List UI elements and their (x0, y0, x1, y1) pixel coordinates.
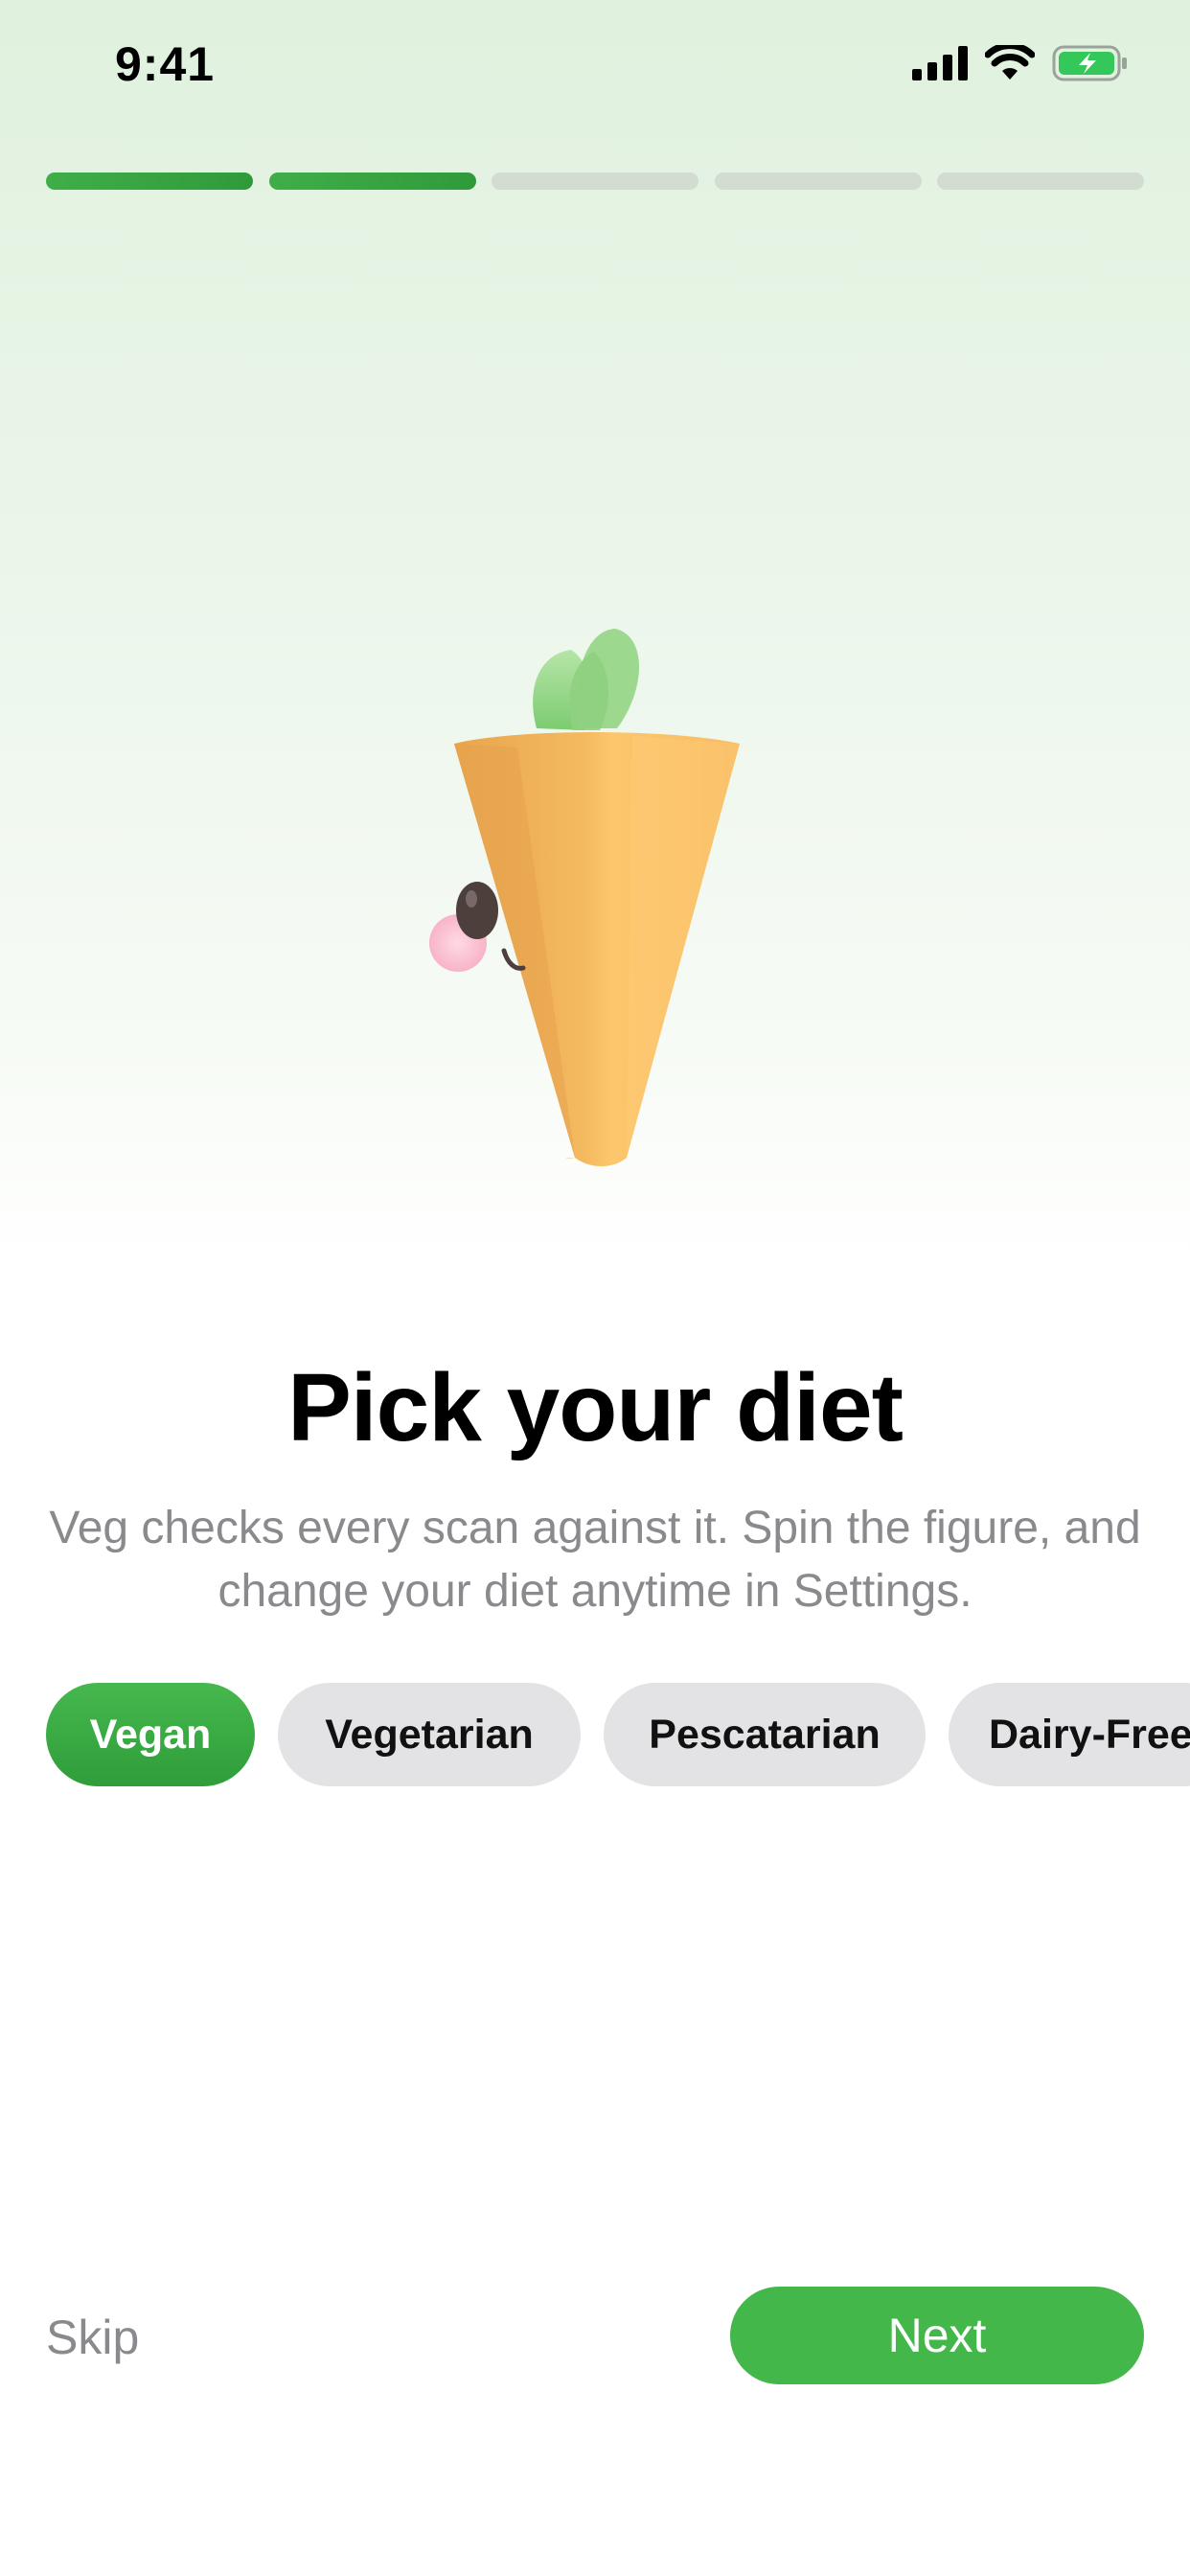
progress-step (492, 172, 698, 190)
status-icons (912, 41, 1129, 87)
diet-options: Vegan Vegetarian Pescatarian Dairy-Free (46, 1683, 1190, 1786)
page-title: Pick your diet (287, 1354, 904, 1461)
carrot-figure[interactable] (0, 594, 1190, 1188)
onboarding-screen: 9:41 Pick your diet Veg checks every sca… (0, 0, 1190, 2576)
diet-chip-dairy-free[interactable]: Dairy-Free (949, 1683, 1190, 1786)
status-time: 9:41 (115, 37, 216, 91)
status-bar: 9:41 (0, 0, 1190, 134)
next-button[interactable]: Next (730, 2287, 1144, 2384)
page-subtitle: Veg checks every scan against it. Spin t… (49, 1503, 1141, 1617)
skip-button[interactable]: Skip (46, 2310, 139, 2365)
diet-chip-vegan[interactable]: Vegan (46, 1683, 255, 1786)
diet-chip-vegetarian[interactable]: Vegetarian (278, 1683, 581, 1786)
carrot-eye (456, 882, 498, 939)
battery-charging-icon (1052, 44, 1129, 87)
progress-step (46, 172, 253, 190)
onboarding-progress (46, 172, 1144, 190)
cellular-signal-icon (912, 45, 968, 85)
wifi-icon (984, 41, 1036, 86)
diet-chip-pescatarian[interactable]: Pescatarian (604, 1683, 926, 1786)
progress-step (714, 172, 922, 190)
progress-step (268, 172, 476, 190)
progress-step (937, 172, 1144, 190)
